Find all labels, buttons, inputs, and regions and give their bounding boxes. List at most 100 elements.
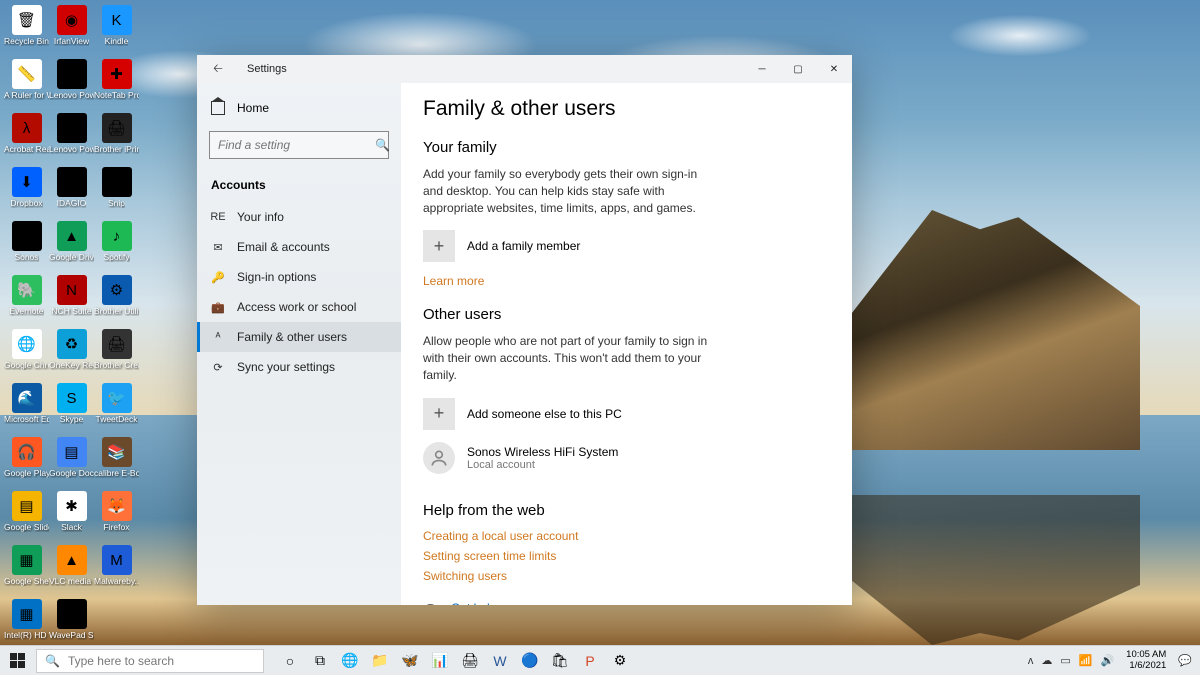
search-input[interactable]: 🔍 bbox=[209, 131, 389, 159]
search-icon: 🔍 bbox=[375, 138, 390, 152]
word-taskbar-icon[interactable]: W bbox=[486, 646, 514, 676]
desktop-icon[interactable]: ▶Lenovo PowerDVD 10 bbox=[49, 113, 94, 165]
icon-label: Sonos bbox=[14, 253, 38, 262]
desktop-icon[interactable]: 🌊Microsoft Edge bbox=[4, 383, 49, 435]
app-taskbar-icon[interactable]: 📊 bbox=[426, 646, 454, 676]
desktop-icon[interactable]: 🐘Evernote bbox=[4, 275, 49, 327]
sidebar-item-family-other-users[interactable]: ᴬFamily & other users bbox=[197, 322, 401, 352]
add-family-member-button[interactable]: + Add a family member bbox=[423, 230, 830, 262]
desktop-icon[interactable]: 🎧Google Play Music bbox=[4, 437, 49, 489]
icon-label: Brother Creati... bbox=[94, 361, 139, 370]
cortana-button[interactable]: ○ bbox=[276, 646, 304, 676]
desktop-icon[interactable]: 🖨Brother Creati... bbox=[94, 329, 139, 381]
desktop-icon[interactable]: ✚NoteTab Pro bbox=[94, 59, 139, 111]
wifi-icon[interactable]: 📶 bbox=[1079, 654, 1093, 667]
notifications-icon[interactable]: 💬 bbox=[1178, 654, 1192, 667]
desktop-icon[interactable]: ♻OneKey Recovery bbox=[49, 329, 94, 381]
app-icon: 🐘 bbox=[12, 275, 42, 305]
home-button[interactable]: Home bbox=[197, 93, 401, 123]
app-icon: ◉ bbox=[57, 5, 87, 35]
clock[interactable]: 10:05 AM 1/6/2021 bbox=[1122, 650, 1170, 671]
task-view-button[interactable]: ⧉ bbox=[306, 646, 334, 676]
minimize-button[interactable]: ─ bbox=[744, 55, 780, 83]
explorer-taskbar-icon[interactable]: 📁 bbox=[366, 646, 394, 676]
start-button[interactable] bbox=[0, 646, 34, 676]
desktop-icon[interactable]: ✱Slack bbox=[49, 491, 94, 543]
desktop-icon[interactable]: ▦Intel(R) HD Graphics C... bbox=[4, 599, 49, 651]
sidebar-heading: Accounts bbox=[197, 173, 401, 202]
search-field[interactable] bbox=[218, 138, 375, 152]
desktop-icon[interactable]: 🖨Brother iPrint&Scan bbox=[94, 113, 139, 165]
sidebar-item-sync-your-settings[interactable]: ⟳Sync your settings bbox=[197, 352, 401, 382]
sidebar-item-access-work-or-school[interactable]: 💼Access work or school bbox=[197, 292, 401, 322]
search-icon: 🔍 bbox=[45, 654, 60, 668]
desktop-icon[interactable]: NNCH Suite bbox=[49, 275, 94, 327]
store-taskbar-icon[interactable]: 🛍 bbox=[546, 646, 574, 676]
onedrive-icon[interactable]: ☁ bbox=[1041, 654, 1052, 667]
desktop-icon[interactable]: ▤Google Docs bbox=[49, 437, 94, 489]
titlebar: 🡠 Settings ─ ▢ ✕ bbox=[197, 55, 852, 83]
icon-label: Google Play Music bbox=[4, 469, 49, 478]
sidebar-item-sign-in-options[interactable]: 🔑Sign-in options bbox=[197, 262, 401, 292]
app-taskbar-icon[interactable]: 🦋 bbox=[396, 646, 424, 676]
settings-taskbar-icon[interactable]: ⚙ bbox=[606, 646, 634, 676]
desktop-icon[interactable]: 🦊Firefox bbox=[94, 491, 139, 543]
learn-more-link[interactable]: Learn more bbox=[423, 274, 830, 288]
add-other-user-button[interactable]: + Add someone else to this PC bbox=[423, 398, 830, 430]
help-link[interactable]: Switching users bbox=[423, 569, 830, 583]
desktop-icon[interactable]: ✂Snip bbox=[94, 167, 139, 219]
desktop-icon[interactable]: 📚calibre E-Book man... bbox=[94, 437, 139, 489]
back-button[interactable]: 🡠 bbox=[209, 59, 227, 80]
desktop-icon[interactable]: SSkype bbox=[49, 383, 94, 435]
volume-icon[interactable]: 🔊 bbox=[1100, 654, 1114, 667]
powerpoint-taskbar-icon[interactable]: P bbox=[576, 646, 604, 676]
desktop-icon[interactable]: λAcrobat Reader DC bbox=[4, 113, 49, 165]
close-button[interactable]: ✕ bbox=[816, 55, 852, 83]
desktop-icon[interactable]: ⬇Dropbox bbox=[4, 167, 49, 219]
help-link[interactable]: Creating a local user account bbox=[423, 529, 830, 543]
desktop-icon[interactable]: 🌐Google Chrome bbox=[4, 329, 49, 381]
desktop-icon[interactable]: ◎Lenovo Power2Go bbox=[49, 59, 94, 111]
desktop-icon[interactable]: ▤Google Slides bbox=[4, 491, 49, 543]
tray-icon[interactable]: ▭ bbox=[1060, 654, 1070, 667]
edge-taskbar-icon[interactable]: 🌐 bbox=[336, 646, 364, 676]
desktop-icon[interactable]: S Sonos bbox=[4, 221, 49, 273]
webhelp-heading: Help from the web bbox=[423, 502, 830, 519]
app-taskbar-icon[interactable]: 🖨 bbox=[456, 646, 484, 676]
desktop-icon[interactable]: 🐦TweetDeck bbox=[94, 383, 139, 435]
desktop-icon[interactable]: ♪Spotify bbox=[94, 221, 139, 273]
app-icon: 🌐 bbox=[12, 329, 42, 359]
icon-label: Kindle bbox=[105, 37, 129, 46]
system-tray: ʌ ☁ ▭ 📶 🔊 10:05 AM 1/6/2021 💬 bbox=[1028, 650, 1200, 671]
content-pane: Family & other users Your family Add you… bbox=[401, 83, 852, 605]
desktop-icon[interactable]: M Malwareby... bbox=[94, 545, 139, 597]
taskbar-search[interactable]: 🔍 Type here to search bbox=[36, 649, 264, 673]
chrome-taskbar-icon[interactable]: 🔵 bbox=[516, 646, 544, 676]
app-icon: 📏 bbox=[12, 59, 42, 89]
desktop-icon[interactable]: ≡WavePad Sound Editor bbox=[49, 599, 94, 651]
app-icon: ◎ bbox=[57, 59, 87, 89]
sidebar-item-email-accounts[interactable]: ✉Email & accounts bbox=[197, 232, 401, 262]
desktop-icon[interactable]: ▶IDAGIO bbox=[49, 167, 94, 219]
app-icon: ⚙ bbox=[102, 275, 132, 305]
desktop-icon[interactable]: ⚙Brother Utilities bbox=[94, 275, 139, 327]
sidebar-item-your-info[interactable]: REYour info bbox=[197, 202, 401, 232]
desktop-icon[interactable]: 📏A Ruler for Windows bbox=[4, 59, 49, 111]
tray-chevron-icon[interactable]: ʌ bbox=[1028, 655, 1034, 667]
desktop-icon[interactable]: ▦Google Sheets bbox=[4, 545, 49, 597]
desktop-icon[interactable]: 🗑Recycle Bin bbox=[4, 5, 49, 57]
app-icon: S bbox=[12, 221, 42, 251]
get-help-button[interactable]: 💬 Get help bbox=[423, 601, 830, 605]
user-account-row[interactable]: Sonos Wireless HiFi System Local account bbox=[423, 442, 830, 474]
help-link[interactable]: Setting screen time limits bbox=[423, 549, 830, 563]
sidebar: Home 🔍 Accounts REYour info✉Email & acco… bbox=[197, 83, 401, 605]
maximize-button[interactable]: ▢ bbox=[780, 55, 816, 83]
sidebar-item-icon: ⟳ bbox=[211, 360, 225, 374]
desktop-icon[interactable]: ▲VLC media player bbox=[49, 545, 94, 597]
desktop-icon[interactable]: KKindle bbox=[94, 5, 139, 57]
app-icon: M bbox=[102, 545, 132, 575]
icon-label: Malwareby... bbox=[94, 577, 139, 586]
icon-label: Google Sheets bbox=[4, 577, 49, 586]
desktop-icon[interactable]: ▲Google Drive bbox=[49, 221, 94, 273]
desktop-icon[interactable]: ◉IrfanView bbox=[49, 5, 94, 57]
